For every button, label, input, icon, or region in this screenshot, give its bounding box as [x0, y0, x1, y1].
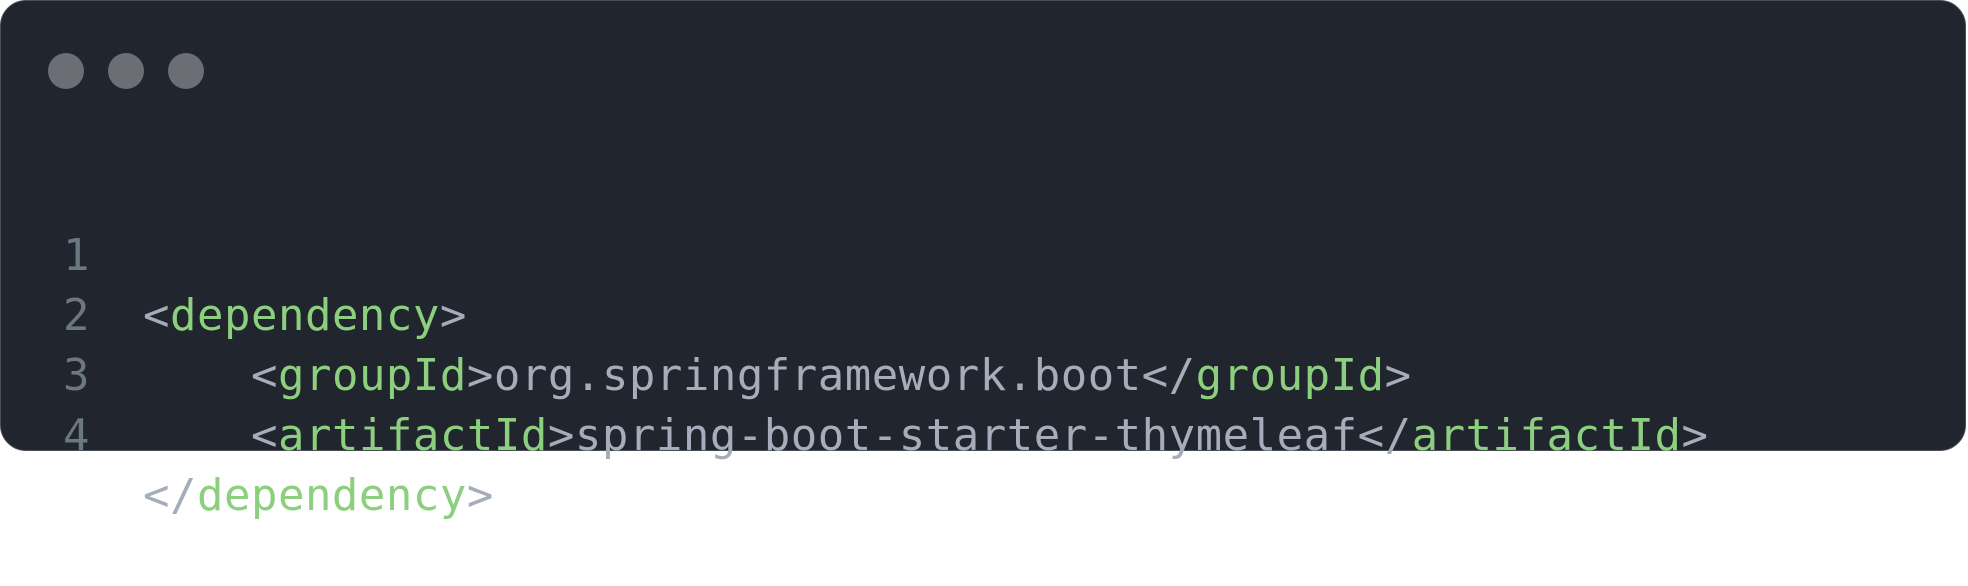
tag-open-bracket: </: [143, 470, 197, 521]
tag-name: artifactId: [277, 410, 548, 461]
line-content: <groupId>org.springframework.boot</group…: [143, 346, 1412, 406]
code-line: 3 <artifactId>spring-boot-starter-thymel…: [1, 286, 1708, 461]
code-line: 2 <groupId>org.springframework.boot</gro…: [1, 226, 1411, 401]
code-window: 1 <dependency> 2 <groupId>org.springfram…: [0, 0, 1966, 521]
window-controls: [48, 53, 204, 89]
tag-name: dependency: [170, 290, 440, 341]
line-content: <artifactId>spring-boot-starter-thymelea…: [143, 406, 1708, 466]
line-content: <dependency>: [143, 286, 467, 346]
line-content: </dependency>: [143, 466, 494, 526]
tag-open-bracket: <: [250, 350, 278, 401]
tag-close-bracket: >: [466, 350, 494, 401]
tag-value: org.springframework.boot: [493, 350, 1142, 401]
code-block: 1 <dependency> 2 <groupId>org.springfram…: [1, 166, 1708, 521]
window-dot-1[interactable]: [48, 53, 84, 89]
window-dot-3[interactable]: [168, 53, 204, 89]
window-dot-2[interactable]: [108, 53, 144, 89]
end-tag-open-bracket: </: [1357, 410, 1412, 461]
end-tag-name: artifactId: [1411, 410, 1682, 461]
tag-name: dependency: [196, 470, 467, 521]
tag-name: groupId: [277, 350, 467, 401]
tag-open-bracket: <: [250, 410, 278, 461]
end-tag-close-bracket: >: [1681, 410, 1709, 461]
end-tag-open-bracket: </: [1141, 350, 1196, 401]
code-line: 4 </dependency>: [1, 346, 493, 521]
tag-close-bracket: >: [439, 290, 467, 341]
end-tag-close-bracket: >: [1384, 350, 1412, 401]
tag-close-bracket: >: [466, 470, 494, 521]
tag-value: spring-boot-starter-thymeleaf: [574, 410, 1358, 461]
end-tag-name: groupId: [1195, 350, 1385, 401]
tag-close-bracket: >: [547, 410, 575, 461]
line-number: 4: [63, 410, 90, 461]
code-line: 1 <dependency>: [1, 166, 466, 341]
